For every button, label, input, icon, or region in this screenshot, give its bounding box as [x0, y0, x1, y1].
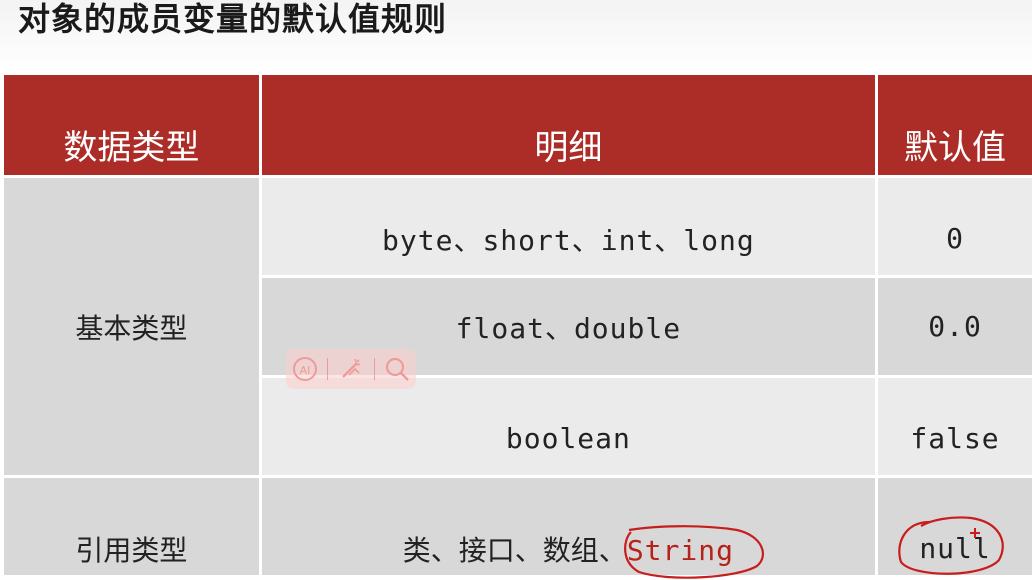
highlighted-string: String	[623, 524, 764, 579]
svg-text:AI: AI	[299, 364, 310, 377]
detail-text: float、double	[455, 311, 682, 345]
category-label: 基本类型	[75, 311, 188, 345]
category-reference: 引用类型	[4, 478, 262, 578]
null-value: null	[898, 516, 1005, 575]
default-cell: 0.0	[878, 278, 1032, 378]
detail-prefix: 类、接口、数组、	[402, 533, 627, 567]
default-cell: false	[878, 378, 1032, 478]
detail-text: byte、short、int、long	[382, 223, 755, 257]
table-row: 引用类型 类、接口、数组、String null	[4, 478, 1032, 579]
null-text: null	[919, 532, 991, 565]
detail-text: boolean	[505, 422, 631, 455]
ai-icon[interactable]: AI	[290, 354, 320, 384]
detail-text: 类、接口、数组、String	[402, 524, 764, 579]
default-cell: null	[878, 478, 1032, 578]
header-default-value: 默认值	[878, 75, 1032, 178]
default-cell: 0	[878, 178, 1032, 278]
detail-cell: byte、short、int、long	[261, 178, 879, 278]
title-bar: 对象的成员变量的默认值规则	[0, 0, 1032, 70]
header-data-type: 数据类型	[4, 75, 262, 178]
magic-wand-icon[interactable]	[336, 354, 366, 384]
page-title: 对象的成员变量的默认值规则	[18, 0, 448, 38]
header-detail: 明细	[261, 75, 879, 178]
search-icon[interactable]	[382, 354, 412, 384]
category-primitive: 基本类型	[4, 178, 262, 478]
floating-toolbar: AI	[286, 349, 416, 389]
category-label: 引用类型	[75, 533, 188, 567]
toolbar-divider	[327, 358, 329, 380]
default-text: null	[898, 516, 1005, 575]
table-row: 基本类型 byte、short、int、long 0	[4, 178, 1032, 478]
toolbar-divider	[373, 358, 375, 380]
detail-cell: 类、接口、数组、String	[261, 478, 879, 579]
table-header-row: 数据类型 明细 默认值	[4, 75, 1032, 178]
default-text: false	[910, 422, 1000, 455]
default-text: 0	[946, 222, 964, 255]
highlight-text: String	[626, 533, 734, 567]
default-values-table: 数据类型 明细 默认值 基本类型 byte、short、int、long 0 f…	[4, 75, 1032, 579]
detail-cell: boolean	[261, 378, 879, 478]
default-text: 0.0	[928, 310, 982, 343]
